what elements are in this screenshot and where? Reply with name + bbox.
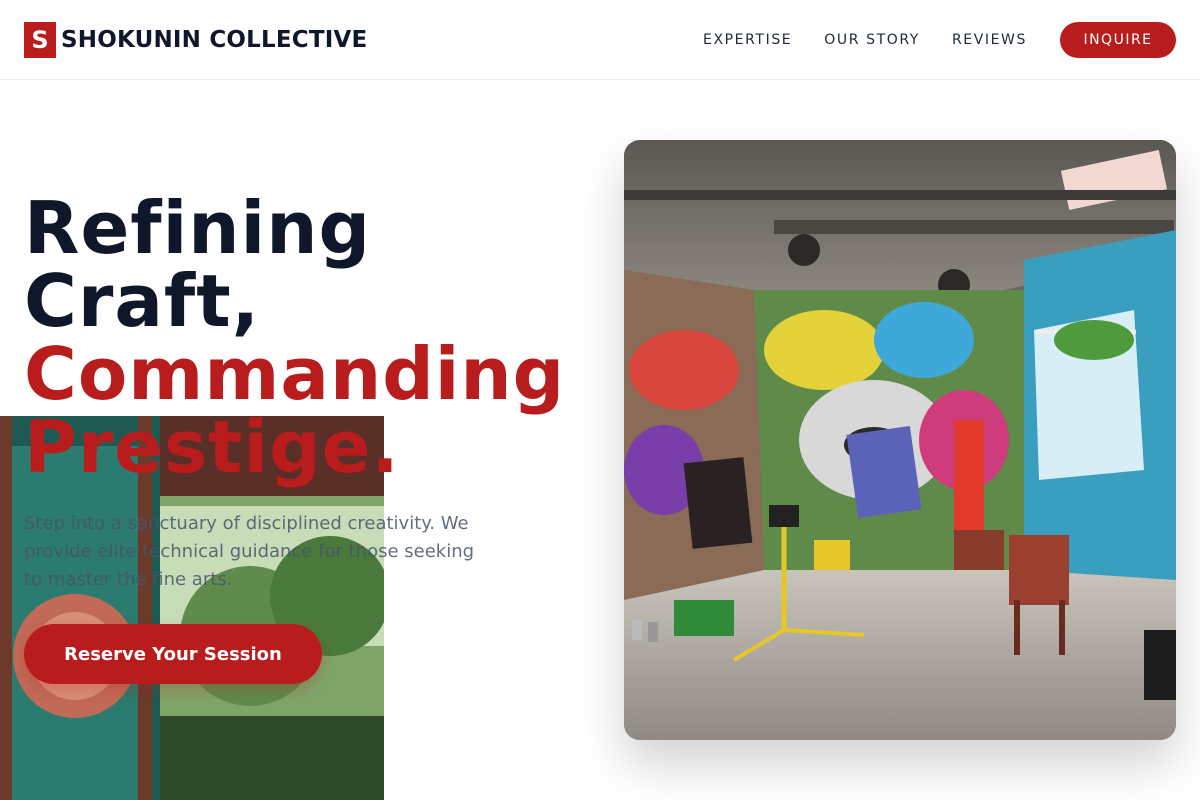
headline-line-2: Craft, bbox=[24, 259, 261, 343]
nav-expertise[interactable]: EXPERTISE bbox=[703, 32, 792, 48]
top-navigation: S SHOKUNIN COLLECTIVE EXPERTISE OUR STOR… bbox=[0, 0, 1200, 80]
reserve-session-button[interactable]: Reserve Your Session bbox=[24, 624, 322, 684]
headline-line-3: Commanding bbox=[24, 332, 566, 416]
main-nav: EXPERTISE OUR STORY REVIEWS INQUIRE bbox=[703, 22, 1176, 58]
brand-name: SHOKUNIN COLLECTIVE bbox=[61, 27, 368, 53]
nav-reviews[interactable]: REVIEWS bbox=[952, 32, 1027, 48]
headline-line-1: Refining bbox=[24, 186, 372, 270]
logo-mark: S bbox=[24, 22, 56, 58]
studio-photo bbox=[624, 140, 1176, 740]
headline-line-4: Prestige. bbox=[24, 405, 400, 489]
inquire-button[interactable]: INQUIRE bbox=[1060, 22, 1176, 58]
hero-headline: Refining Craft, Commanding Prestige. bbox=[24, 192, 565, 484]
brand-logo[interactable]: S SHOKUNIN COLLECTIVE bbox=[24, 22, 367, 58]
nav-our-story[interactable]: OUR STORY bbox=[824, 32, 920, 48]
hero-description: Step into a sanctuary of disciplined cre… bbox=[24, 513, 475, 590]
